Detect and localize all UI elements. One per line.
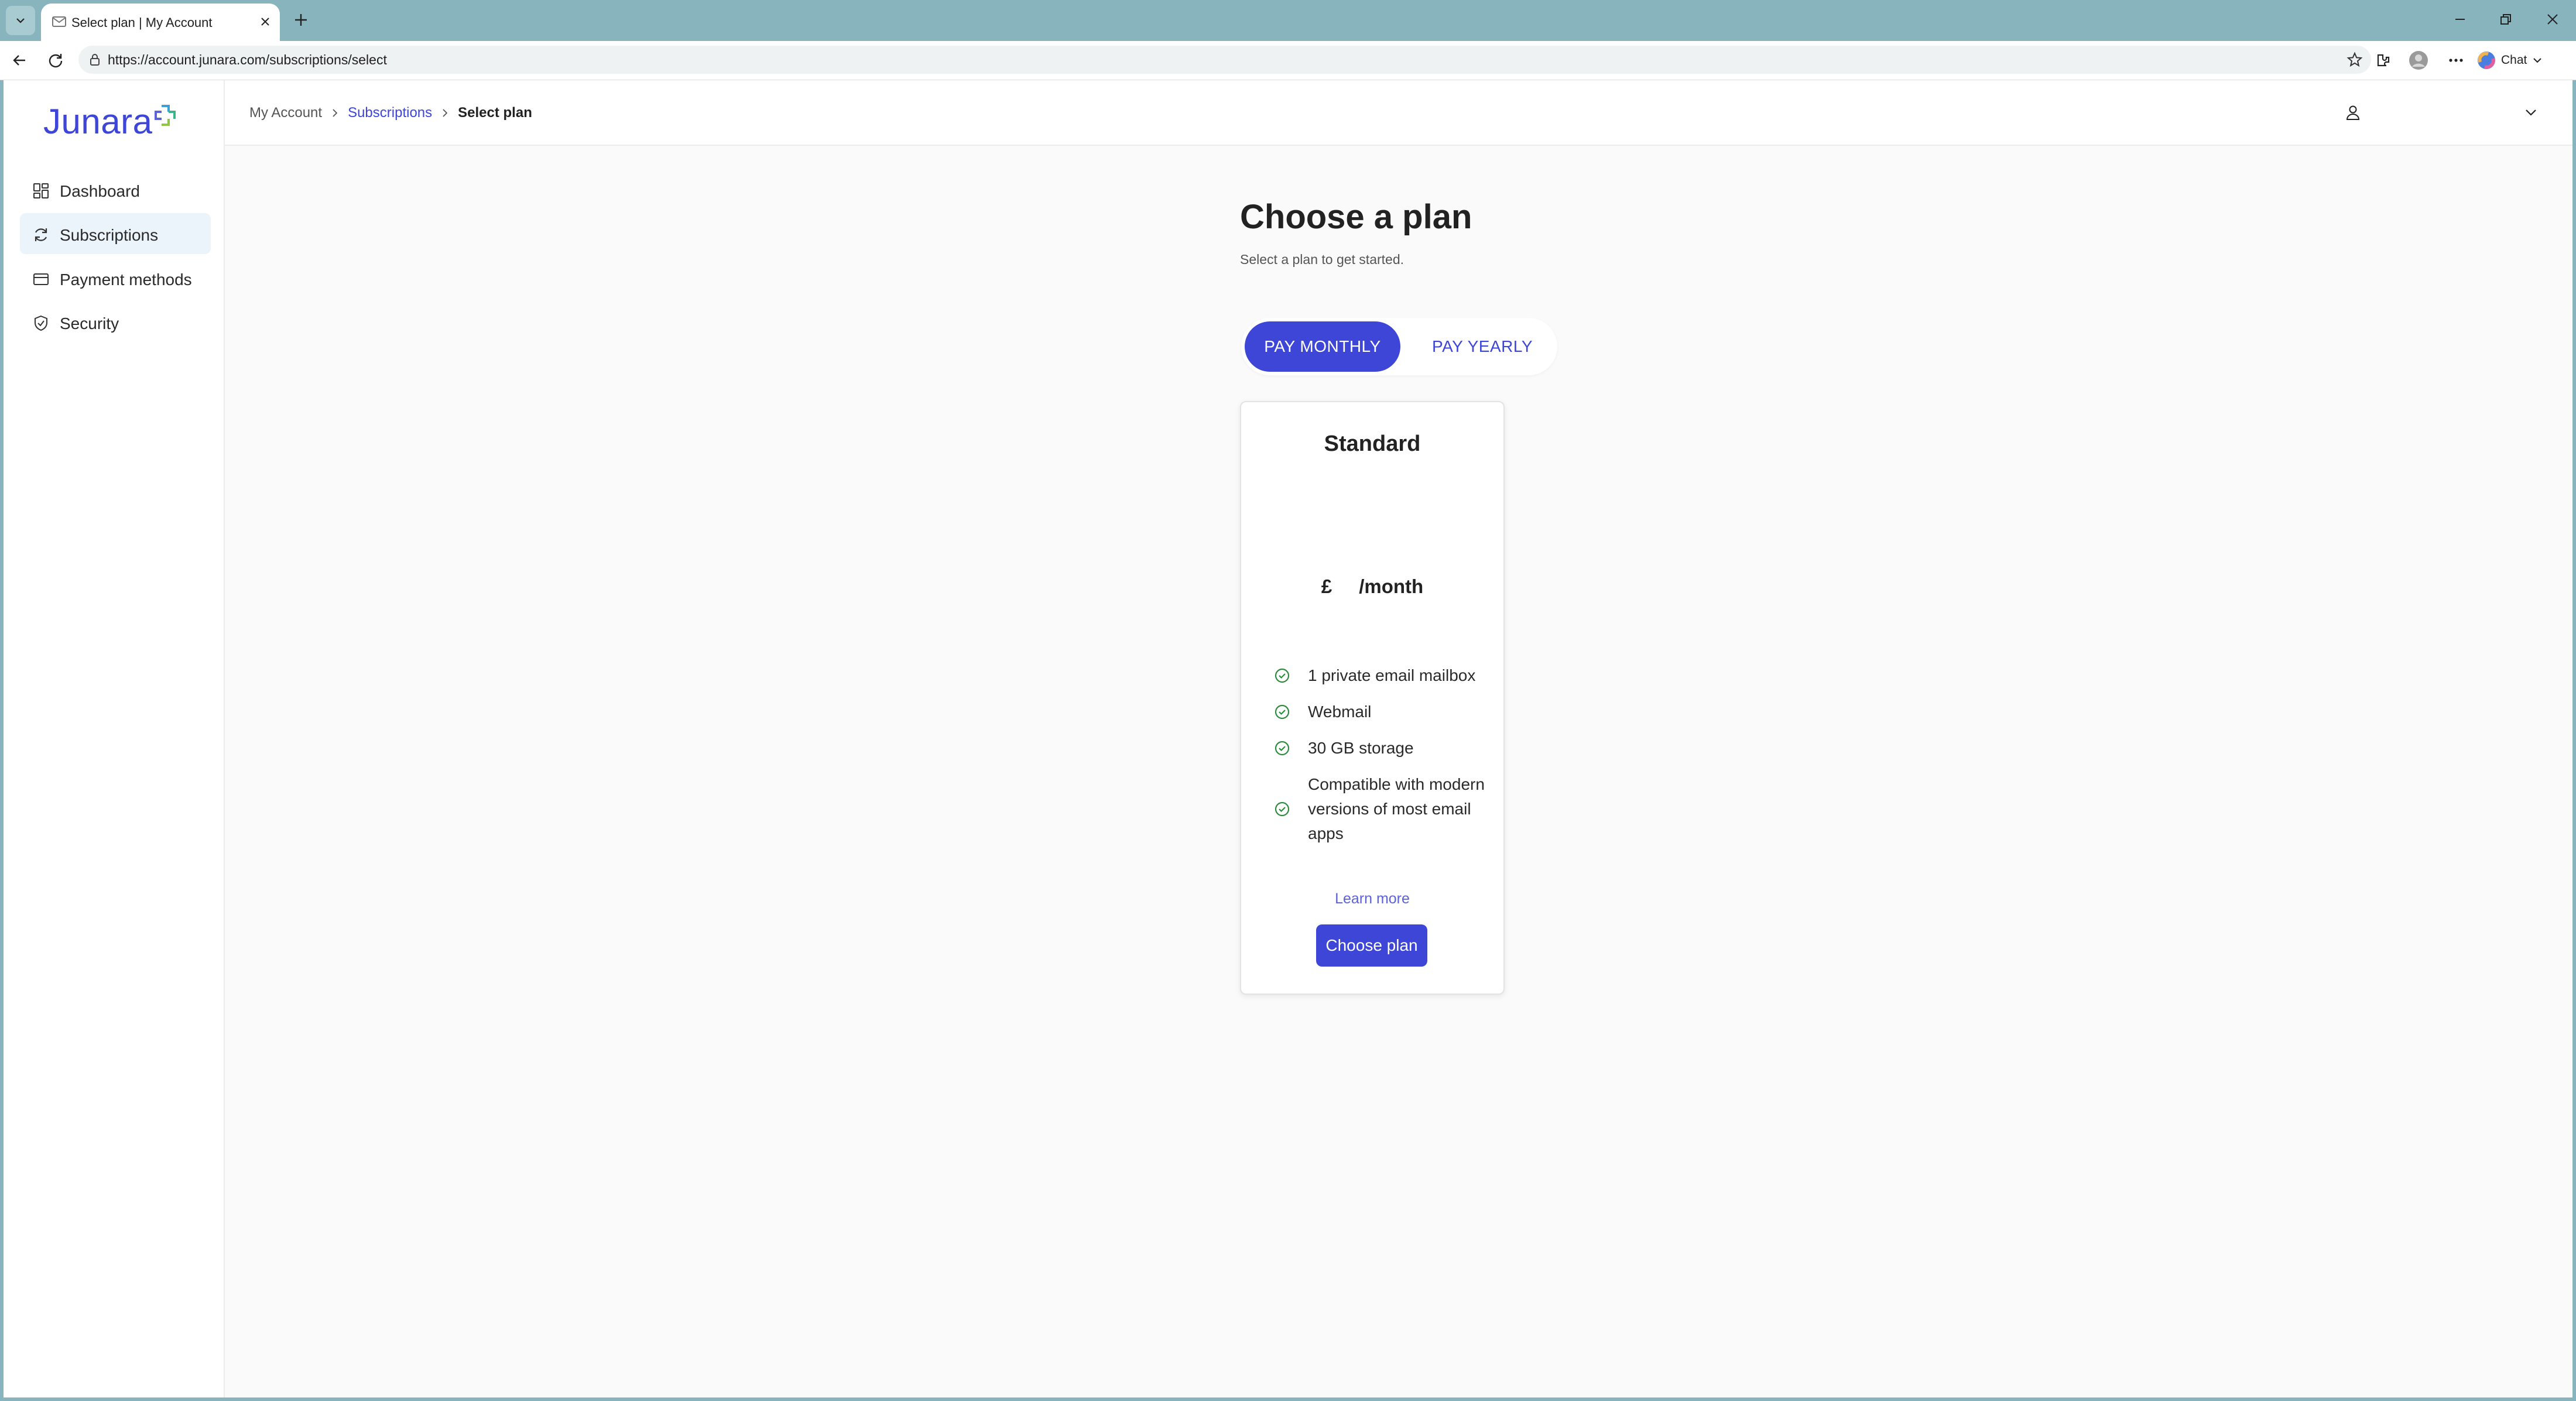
list-item: Webmail [1274,700,1485,724]
browser-menu-button[interactable] [2443,47,2469,74]
chat-label: Chat [2501,53,2527,67]
sidebar: Junara Dashboard Subscriptions Payment m… [4,80,225,1397]
sidebar-item-label: Payment methods [60,270,192,289]
bookmark-star-icon[interactable] [2347,52,2363,68]
feature-text: Compatible with modern versions of most … [1308,775,1485,842]
restore-icon [2500,14,2511,25]
profile-button[interactable] [2405,47,2432,74]
breadcrumb-current: Select plan [458,105,532,121]
feature-text: 1 private email mailbox [1308,666,1476,684]
list-item: Compatible with modern versions of most … [1274,772,1485,846]
copilot-chat-button[interactable]: Chat [2476,47,2564,74]
feature-text: Webmail [1308,703,1372,721]
reload-button[interactable] [42,47,69,74]
breadcrumb: My Account Subscriptions Select plan [249,105,532,121]
list-item: 1 private email mailbox [1274,663,1485,688]
user-menu-chevron-down-icon[interactable] [2522,104,2540,121]
plan-feature-list: 1 private email mailbox Webmail 30 GB st… [1274,663,1485,858]
minimize-icon [2455,19,2465,20]
app-viewport: Junara Dashboard Subscriptions Payment m… [4,80,2572,1397]
breadcrumb-subscriptions[interactable]: Subscriptions [348,105,432,121]
sidebar-item-dashboard[interactable]: Dashboard [20,169,211,210]
browser-tab[interactable]: Select plan | My Account [41,4,280,41]
list-item: 30 GB storage [1274,736,1485,761]
extensions-icon [2377,54,2390,67]
sidebar-item-label: Dashboard [60,182,140,200]
mail-favicon-icon [52,16,66,27]
back-button[interactable] [6,47,33,74]
check-circle-icon [1275,741,1290,756]
sidebar-item-label: Subscriptions [60,226,159,244]
choose-plan-button[interactable]: Choose plan [1316,924,1427,967]
junara-logo[interactable]: Junara [43,101,177,142]
tab-close-icon[interactable] [255,12,275,32]
sidebar-item-security[interactable]: Security [20,302,211,342]
plus-icon [295,14,307,26]
plan-card: Standard £ /month 1 private email mailbo… [1240,401,1505,995]
extensions-button[interactable] [2370,47,2397,74]
chevron-down-icon [16,18,25,23]
billing-period-toggle: PAY MONTHLY PAY YEARLY [1241,318,1557,375]
close-icon [2547,14,2558,25]
arrow-left-icon [13,55,25,66]
refresh-icon [35,228,47,241]
site-info-icon[interactable] [88,53,102,67]
feature-text: 30 GB storage [1308,739,1414,757]
reload-icon [49,54,63,68]
check-circle-icon [1275,704,1290,720]
user-icon[interactable] [2344,104,2362,121]
avatar-icon [2409,51,2428,70]
copilot-icon [2478,52,2495,69]
logo-cross-icon [155,105,176,126]
close-window-button[interactable] [2535,5,2570,34]
browser-toolbar: https://account.junara.com/subscriptions… [0,41,2576,80]
price-currency: £ [1321,576,1332,597]
dashboard-grid-icon [33,183,49,198]
check-circle-icon [1275,801,1290,817]
sidebar-item-subscriptions[interactable]: Subscriptions [20,213,211,254]
browser-tab-strip: Select plan | My Account [0,0,2576,41]
pay-yearly-toggle[interactable]: PAY YEARLY [1411,321,1554,372]
new-tab-button[interactable] [289,8,313,32]
sidebar-item-payment-methods[interactable]: Payment methods [20,258,211,299]
chevron-right-icon [440,108,450,118]
page-subtitle: Select a plan to get started. [1240,252,1405,267]
restore-window-button[interactable] [2488,5,2523,34]
credit-card-icon [33,273,49,285]
url-text: https://account.junara.com/subscriptions… [108,52,387,67]
chevron-down-icon [2533,58,2542,63]
learn-more-link[interactable]: Learn more [1241,890,1503,907]
tab-title: Select plan | My Account [71,15,213,30]
page-header: My Account Subscriptions Select plan [225,80,2572,146]
address-bar[interactable]: https://account.junara.com/subscriptions… [78,46,2371,74]
check-circle-icon [1275,668,1290,683]
shield-check-icon [35,315,47,331]
sidebar-item-label: Security [60,314,119,333]
minimize-window-button[interactable] [2443,5,2478,34]
price-period: /month [1359,576,1424,597]
plan-name: Standard [1324,431,1421,456]
more-horizontal-icon [2449,59,2463,62]
page-title: Choose a plan [1240,198,1472,236]
chevron-right-icon [330,108,340,118]
tab-search-button[interactable] [6,6,35,35]
plan-price: £ /month [1241,576,1503,598]
breadcrumb-my-account[interactable]: My Account [249,105,322,121]
pay-monthly-toggle[interactable]: PAY MONTHLY [1245,321,1400,372]
logo-wordmark: Junara [43,102,153,141]
